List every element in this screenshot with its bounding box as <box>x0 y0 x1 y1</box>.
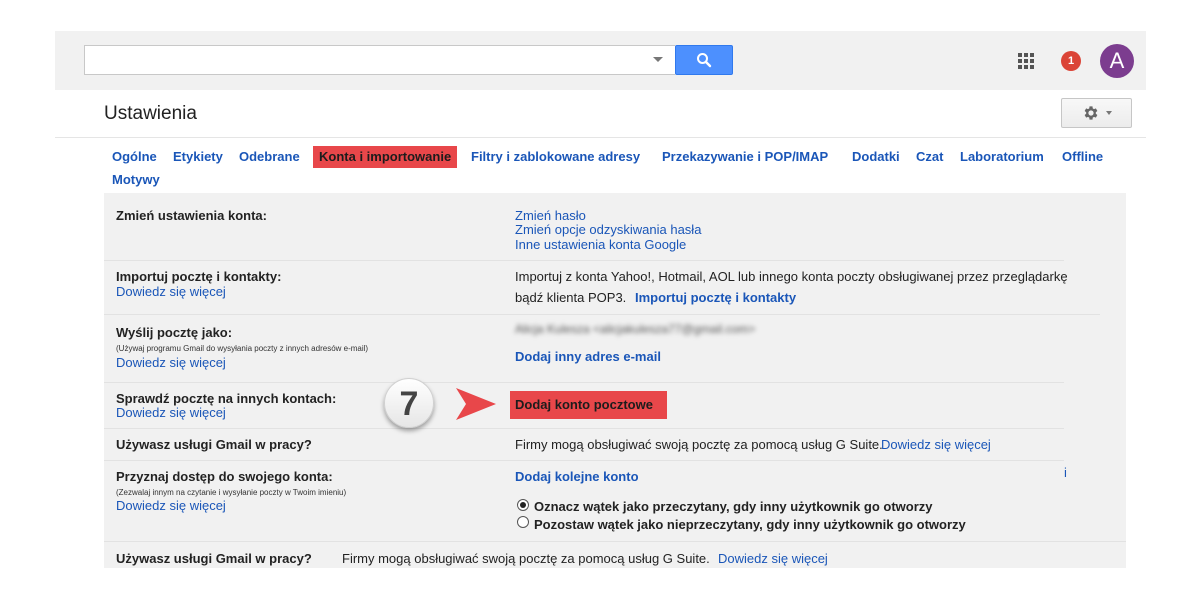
gear-icon <box>1084 106 1097 120</box>
divider <box>104 460 1064 461</box>
tab-inbox[interactable]: Odebrane <box>239 146 300 168</box>
send-as-email: Alicja Kulesza <alicjakulesza77@gmail.co… <box>515 322 756 336</box>
search-box <box>84 45 734 75</box>
apps-grid-icon[interactable] <box>1018 53 1034 69</box>
grant-access-label: Przyznaj dostęp do swojego konta: <box>116 469 333 484</box>
tab-accounts-import[interactable]: Konta i importowanie <box>313 146 458 168</box>
import-learn-more-link[interactable]: Dowiedz się więcej <box>116 284 226 299</box>
step-number-badge: 7 <box>384 378 434 428</box>
account-settings-label: Zmień ustawienia konta: <box>116 208 267 223</box>
tab-labs[interactable]: Laboratorium <box>960 146 1044 168</box>
gmail-work-label: Używasz usługi Gmail w pracy? <box>116 437 312 452</box>
divider <box>104 428 1064 429</box>
search-input[interactable] <box>84 45 675 75</box>
keep-unread-label[interactable]: Pozostaw wątek jako nieprzeczytany, gdy … <box>534 517 966 532</box>
import-label: Importuj pocztę i kontakty: <box>116 269 282 284</box>
gmail-work-label-2: Używasz usługi Gmail w pracy? <box>116 551 312 566</box>
check-mail-learn-more-link[interactable]: Dowiedz się więcej <box>116 405 226 420</box>
page-title: Ustawienia <box>104 103 197 124</box>
gsuite-learn-more-link[interactable]: Dowiedz się więcej <box>881 437 991 452</box>
search-options-chevron-icon[interactable] <box>653 57 663 62</box>
other-google-settings-link[interactable]: Inne ustawienia konta Google <box>515 237 686 252</box>
import-description: Importuj z konta Yahoo!, Hotmail, AOL lu… <box>515 269 1068 284</box>
add-email-address-link[interactable]: Dodaj inny adres e-mail <box>515 349 661 364</box>
send-as-learn-more-link[interactable]: Dowiedz się więcej <box>116 355 226 370</box>
chevron-down-icon <box>1105 111 1112 115</box>
gsuite-learn-more-link-2[interactable]: Dowiedz się więcej <box>718 551 828 566</box>
avatar[interactable]: A <box>1100 44 1134 78</box>
divider <box>104 541 1126 542</box>
add-another-account-link[interactable]: Dodaj kolejne konto <box>515 469 639 484</box>
grant-access-learn-more-link[interactable]: Dowiedz się więcej <box>116 498 226 513</box>
import-mail-contacts-link[interactable]: Importuj pocztę i kontakty <box>635 290 796 305</box>
add-mail-account-link[interactable]: Dodaj konto pocztowe <box>510 391 667 419</box>
divider <box>55 137 1146 138</box>
tab-forwarding[interactable]: Przekazywanie i POP/IMAP <box>662 146 828 168</box>
gsuite-description-2: Firmy mogą obsługiwać swoją pocztę za po… <box>342 551 710 566</box>
tab-general[interactable]: Ogólne <box>112 146 157 168</box>
send-as-label: Wyślij pocztę jako: <box>116 325 233 340</box>
settings-button[interactable] <box>1061 98 1132 128</box>
divider <box>104 314 1100 315</box>
tab-labels[interactable]: Etykiety <box>173 146 223 168</box>
check-mail-label: Sprawdź pocztę na innych kontach: <box>116 391 337 406</box>
import-description-line2: bądź klienta POP3. <box>515 290 627 305</box>
mark-read-radio[interactable] <box>517 499 529 511</box>
divider <box>104 382 1064 383</box>
change-password-link[interactable]: Zmień hasło <box>515 208 586 223</box>
notification-badge[interactable]: 1 <box>1061 51 1081 71</box>
tab-themes[interactable]: Motywy <box>112 169 160 191</box>
divider <box>104 260 1064 261</box>
tab-addons[interactable]: Dodatki <box>852 146 900 168</box>
gsuite-description: Firmy mogą obsługiwać swoją pocztę za po… <box>515 437 883 452</box>
tab-filters[interactable]: Filtry i zablokowane adresy <box>471 146 640 168</box>
truncated-link[interactable]: i <box>1064 465 1067 480</box>
change-recovery-link[interactable]: Zmień opcje odzyskiwania hasła <box>515 222 701 237</box>
tab-chat[interactable]: Czat <box>916 146 943 168</box>
settings-panel: Zmień ustawienia konta: Zmień hasło Zmie… <box>104 193 1126 568</box>
grant-access-hint: (Zezwalaj innym na czytanie i wysyłanie … <box>116 488 347 497</box>
mark-read-label[interactable]: Oznacz wątek jako przeczytany, gdy inny … <box>534 499 933 514</box>
send-as-hint: (Używaj programu Gmail do wysyłania pocz… <box>116 344 369 353</box>
arrow-right-icon <box>456 388 496 420</box>
keep-unread-radio[interactable] <box>517 516 529 528</box>
tab-offline[interactable]: Offline <box>1062 146 1103 168</box>
search-icon <box>697 53 712 68</box>
top-bar: 1 A <box>55 31 1146 90</box>
search-button[interactable] <box>675 45 733 75</box>
